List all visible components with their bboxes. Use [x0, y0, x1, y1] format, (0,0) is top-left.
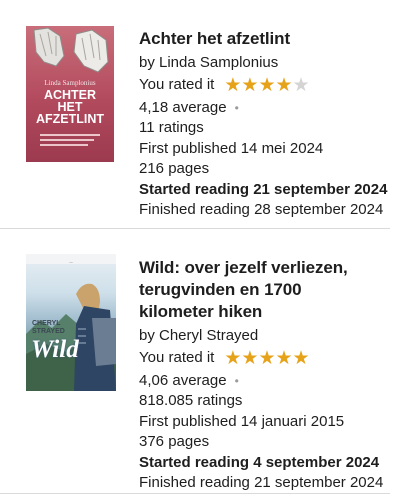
star-icon[interactable]: ★ [224, 348, 241, 369]
published-date: First published 14 januari 2015 [139, 412, 345, 430]
cover-title-line: AFZETLINT [35, 112, 105, 126]
star-rating[interactable]: ★ ★ ★ ★ ★ [224, 75, 310, 96]
book-author[interactable]: by Cheryl Strayed [139, 326, 394, 347]
average-value: 4,06 average [139, 371, 227, 389]
star-icon[interactable]: ★ [275, 348, 292, 369]
rated-label: You rated it [139, 76, 215, 94]
book-info: Achter het afzetlint by Linda Samplonius… [139, 28, 394, 221]
book-title[interactable]: Wild: over jezelf verliezen, terugvinden… [139, 257, 377, 323]
finished-reading: Finished reading 21 september 2024 [139, 474, 384, 491]
cover-title: ACHTER HET AFZETLINT [26, 89, 114, 126]
user-rating: You rated it ★ ★ ★ ★ ★ [139, 347, 394, 371]
average-rating: 4,06 average • [139, 371, 394, 392]
star-icon[interactable]: ★ [275, 75, 292, 96]
separator-dot-icon: • [234, 100, 239, 115]
page-count: 216 pages [139, 160, 210, 177]
cover-blurb [40, 134, 100, 146]
book-info: Wild: over jezelf verliezen, terugvinden… [139, 257, 394, 494]
separator-dot-icon: • [234, 373, 239, 388]
star-icon[interactable]: ★ [293, 75, 310, 96]
star-icon[interactable]: ★ [293, 348, 310, 369]
book-item[interactable]: — CHERYL STRAYED Wild Wild: over jezelf … [0, 230, 404, 500]
book-cover[interactable]: — CHERYL STRAYED Wild [26, 254, 116, 391]
star-rating[interactable]: ★ ★ ★ ★ ★ [224, 348, 310, 369]
cover-author-line: CHERYL [32, 320, 61, 327]
started-reading: Started reading 21 september 2024 [139, 180, 388, 198]
ratings-count: 818.085 ratings [139, 392, 243, 409]
book-cover[interactable]: Linda Samplonius ACHTER HET AFZETLINT [26, 26, 114, 162]
started-reading: Started reading 4 september 2024 [139, 453, 380, 471]
star-icon[interactable]: ★ [258, 348, 275, 369]
user-rating: You rated it ★ ★ ★ ★ ★ [139, 74, 394, 98]
average-value: 4,18 average [139, 98, 227, 116]
finished-reading: Finished reading 28 september 2024 [139, 201, 384, 218]
cover-author-line: STRAYED [32, 328, 65, 335]
cover-title: Wild [31, 336, 79, 363]
star-icon[interactable]: ★ [241, 75, 258, 96]
cover-author: Linda Samplonius [44, 79, 96, 87]
star-icon[interactable]: ★ [224, 75, 241, 96]
cover-author: CHERYL STRAYED [32, 320, 65, 336]
published-date: First published 14 mei 2024 [139, 139, 324, 157]
average-rating: 4,18 average • [139, 98, 394, 119]
star-icon[interactable]: ★ [258, 75, 275, 96]
cover-tagline: — [69, 260, 73, 264]
ratings-count: 11 ratings [139, 119, 204, 136]
page-count: 376 pages [139, 433, 210, 450]
book-author[interactable]: by Linda Samplonius [139, 53, 394, 74]
divider [0, 228, 390, 229]
rated-label: You rated it [139, 349, 215, 367]
book-title[interactable]: Achter het afzetlint [139, 28, 394, 50]
divider [0, 493, 390, 494]
star-icon[interactable]: ★ [241, 348, 258, 369]
book-item[interactable]: Linda Samplonius ACHTER HET AFZETLINT Ac… [0, 0, 404, 230]
